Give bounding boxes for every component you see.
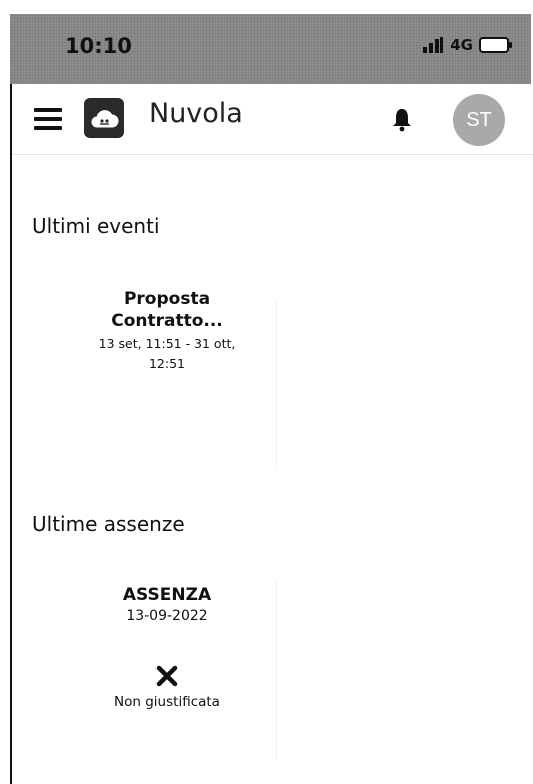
menu-button[interactable]	[34, 108, 62, 130]
notifications-button[interactable]	[390, 106, 414, 132]
event-card[interactable]: Proposta Contratto... 13 set, 11:51 - 31…	[72, 288, 262, 374]
app-logo	[84, 98, 124, 138]
user-avatar[interactable]: ST	[453, 94, 505, 146]
status-bar: 10:10 4G	[10, 14, 531, 84]
system-icons: 4G	[422, 36, 512, 54]
battery-icon	[479, 37, 512, 53]
menu-icon	[34, 108, 62, 112]
event-dates-line1: 13 set, 11:51 - 31 ott,	[98, 336, 236, 351]
frame-border	[10, 84, 12, 784]
absence-status: Non giustificata	[114, 694, 220, 710]
event-dates-line2: 12:51	[148, 356, 186, 371]
event-title-line2: Contratto...	[111, 311, 223, 331]
bell-icon	[393, 109, 411, 132]
divider	[276, 300, 277, 470]
network-type: 4G	[450, 36, 473, 54]
x-icon	[156, 665, 178, 687]
events-section-title: Ultimi eventi	[32, 214, 160, 238]
status-time: 10:10	[65, 34, 132, 58]
absence-date: 13-09-2022	[126, 608, 208, 624]
cloud-icon	[91, 110, 119, 128]
header-divider	[12, 154, 533, 155]
event-title-line1: Proposta	[123, 289, 211, 309]
absence-type: ASSENZA	[122, 585, 212, 605]
app-header: Nuvola ST	[12, 84, 533, 152]
app-title: Nuvola	[149, 98, 243, 129]
absence-card[interactable]: ASSENZA 13-09-2022 Non giustificata	[72, 584, 262, 710]
divider	[276, 580, 277, 760]
signal-icon	[423, 37, 444, 53]
absences-section-title: Ultime assenze	[32, 512, 185, 536]
